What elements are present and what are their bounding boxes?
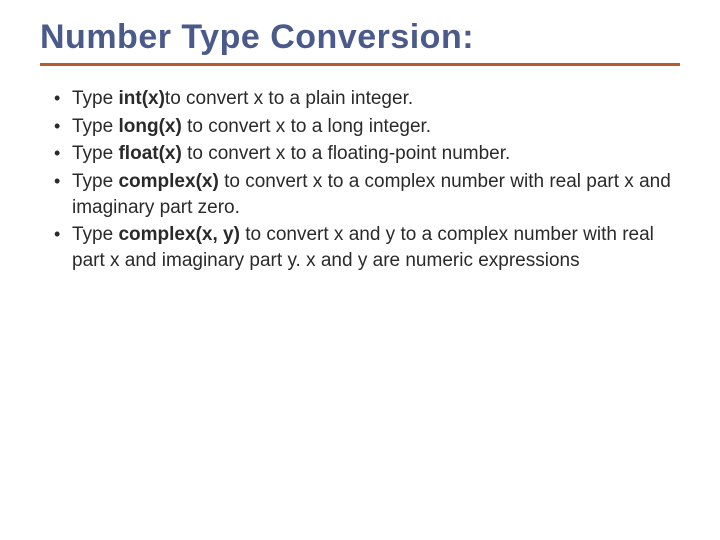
bullet-fn: complex(x, y) [118,224,239,245]
bullet-pre: Type [72,224,118,245]
bullet-post: to convert x to a floating-point number. [182,143,510,164]
bullet-post: to convert x to a long integer. [182,116,431,137]
bullet-fn: float(x) [118,143,181,164]
bullet-fn: long(x) [118,116,181,137]
list-item: Type float(x) to convert x to a floating… [50,141,680,167]
list-item: Type complex(x, y) to convert x and y to… [50,222,680,273]
bullet-pre: Type [72,116,118,137]
bullet-pre: Type [72,143,118,164]
bullet-list: Type int(x)to convert x to a plain integ… [40,86,680,273]
slide: Number Type Conversion: Type int(x)to co… [0,0,720,273]
slide-title: Number Type Conversion: [40,18,680,57]
bullet-post: to convert x to a plain integer. [165,88,413,109]
horizontal-rule [40,63,680,66]
bullet-fn: int(x) [118,88,164,109]
bullet-pre: Type [72,171,118,192]
bullet-pre: Type [72,88,118,109]
list-item: Type int(x)to convert x to a plain integ… [50,86,680,112]
list-item: Type long(x) to convert x to a long inte… [50,114,680,140]
list-item: Type complex(x) to convert x to a comple… [50,169,680,220]
bullet-fn: complex(x) [118,171,218,192]
